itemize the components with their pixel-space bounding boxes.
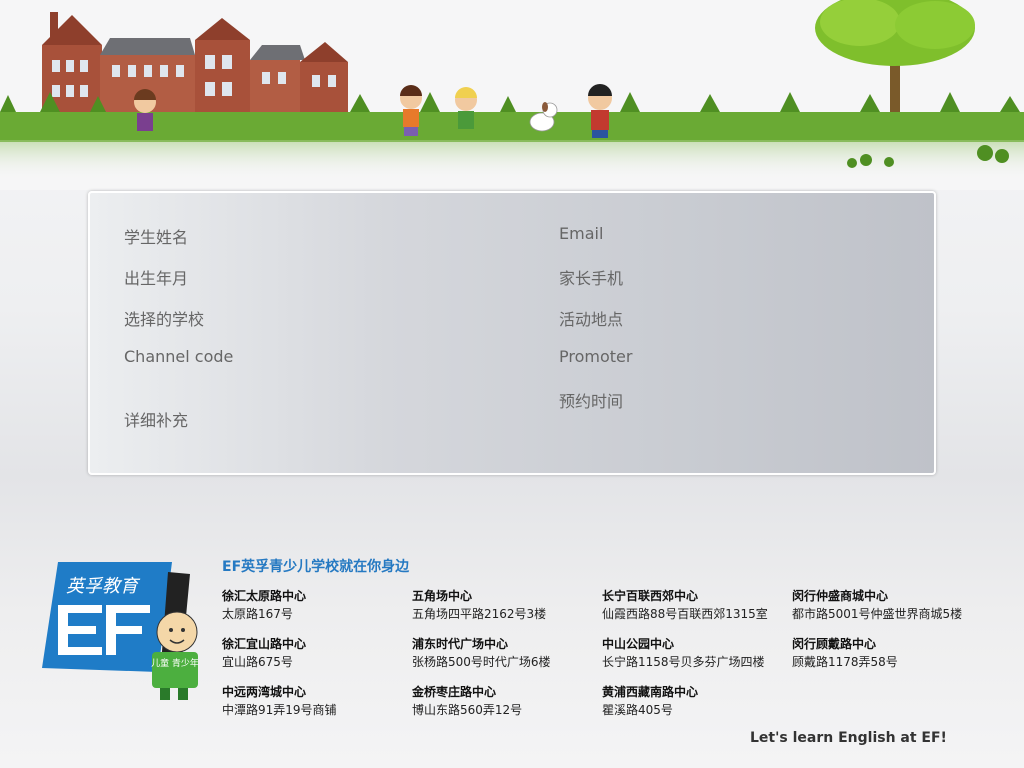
logo-brand-text: 英孚教育 [66, 576, 141, 597]
center-item[interactable]: 浦东时代广场中心 张杨路500号时代广场6楼 [412, 635, 597, 671]
birth-date-field[interactable]: 出生年月 [124, 265, 188, 289]
channel-code-field[interactable]: Channel code [124, 347, 233, 366]
center-item[interactable]: 金桥枣庄路中心 博山东路560弄12号 [412, 683, 597, 719]
footer-title: EF英孚青少儿学校就在你身边 [222, 559, 410, 575]
center-name: 金桥枣庄路中心 [412, 685, 497, 699]
school-select-field[interactable]: 选择的学校 [124, 306, 204, 330]
center-name: 浦东时代广场中心 [412, 637, 509, 651]
center-name: 闵行顾戴路中心 [792, 637, 877, 651]
registration-form: 学生姓名 出生年月 选择的学校 Channel code 详细补充 Email … [88, 191, 936, 475]
center-item[interactable]: 徐汇太原路中心 太原路167号 [222, 587, 407, 623]
header-banner [0, 0, 1024, 190]
center-item[interactable]: 徐汇宜山路中心 宜山路675号 [222, 635, 407, 671]
details-field[interactable]: 详细补充 [124, 407, 188, 431]
center-name: 中远两湾城中心 [222, 685, 307, 699]
center-address: 瞿溪路405号 [602, 703, 673, 717]
ef-logo: 英孚教育 儿童 青少年 [40, 560, 220, 705]
center-name: 闵行仲盛商城中心 [792, 589, 889, 603]
center-address: 中潭路91弄19号商铺 [222, 703, 337, 717]
center-address: 顾戴路1178弄58号 [792, 655, 898, 669]
center-item[interactable]: 中山公园中心 长宁路1158号贝多芬广场四楼 [602, 635, 787, 671]
center-item[interactable]: 长宁百联西郊中心 仙霞西路88号百联西郊1315室 [602, 587, 787, 623]
center-name: 徐汇宜山路中心 [222, 637, 307, 651]
center-item[interactable]: 五角场中心 五角场四平路2162号3楼 [412, 587, 597, 623]
appointment-time-field[interactable]: 预约时间 [559, 388, 623, 412]
event-location-field[interactable]: 活动地点 [559, 306, 623, 330]
center-item[interactable]: 中远两湾城中心 中潭路91弄19号商铺 [222, 683, 407, 719]
child-character-icon [588, 84, 612, 138]
center-address: 长宁路1158号贝多芬广场四楼 [602, 655, 765, 669]
center-address: 宜山路675号 [222, 655, 293, 669]
center-name: 长宁百联西郊中心 [602, 589, 699, 603]
center-name: 徐汇太原路中心 [222, 589, 307, 603]
parent-phone-field[interactable]: 家长手机 [559, 265, 623, 289]
school-scene-illustration [0, 0, 1024, 190]
student-name-field[interactable]: 学生姓名 [124, 224, 188, 248]
center-item[interactable]: 闵行顾戴路中心 顾戴路1178弄58号 [792, 635, 977, 671]
mascot-text: 儿童 青少年 [151, 657, 199, 669]
ef-logo-icon: 英孚教育 儿童 青少年 [42, 562, 199, 700]
slogan: Let's learn English at EF! [750, 730, 947, 746]
center-name: 中山公园中心 [602, 637, 675, 651]
center-address: 张杨路500号时代广场6楼 [412, 655, 551, 669]
center-address: 仙霞西路88号百联西郊1315室 [602, 607, 768, 621]
center-item[interactable]: 闵行仲盛商城中心 都市路5001号仲盛世界商城5楼 [792, 587, 977, 623]
center-address: 博山东路560弄12号 [412, 703, 523, 717]
center-name: 五角场中心 [412, 589, 473, 603]
promoter-field[interactable]: Promoter [559, 347, 632, 366]
center-address: 太原路167号 [222, 607, 293, 621]
center-address: 五角场四平路2162号3楼 [412, 607, 547, 621]
email-field[interactable]: Email [559, 224, 603, 243]
center-name: 黄浦西藏南路中心 [602, 685, 699, 699]
mascot-icon: 儿童 青少年 [151, 611, 199, 700]
center-address: 都市路5001号仲盛世界商城5楼 [792, 607, 963, 621]
center-item[interactable]: 黄浦西藏南路中心 瞿溪路405号 [602, 683, 787, 719]
